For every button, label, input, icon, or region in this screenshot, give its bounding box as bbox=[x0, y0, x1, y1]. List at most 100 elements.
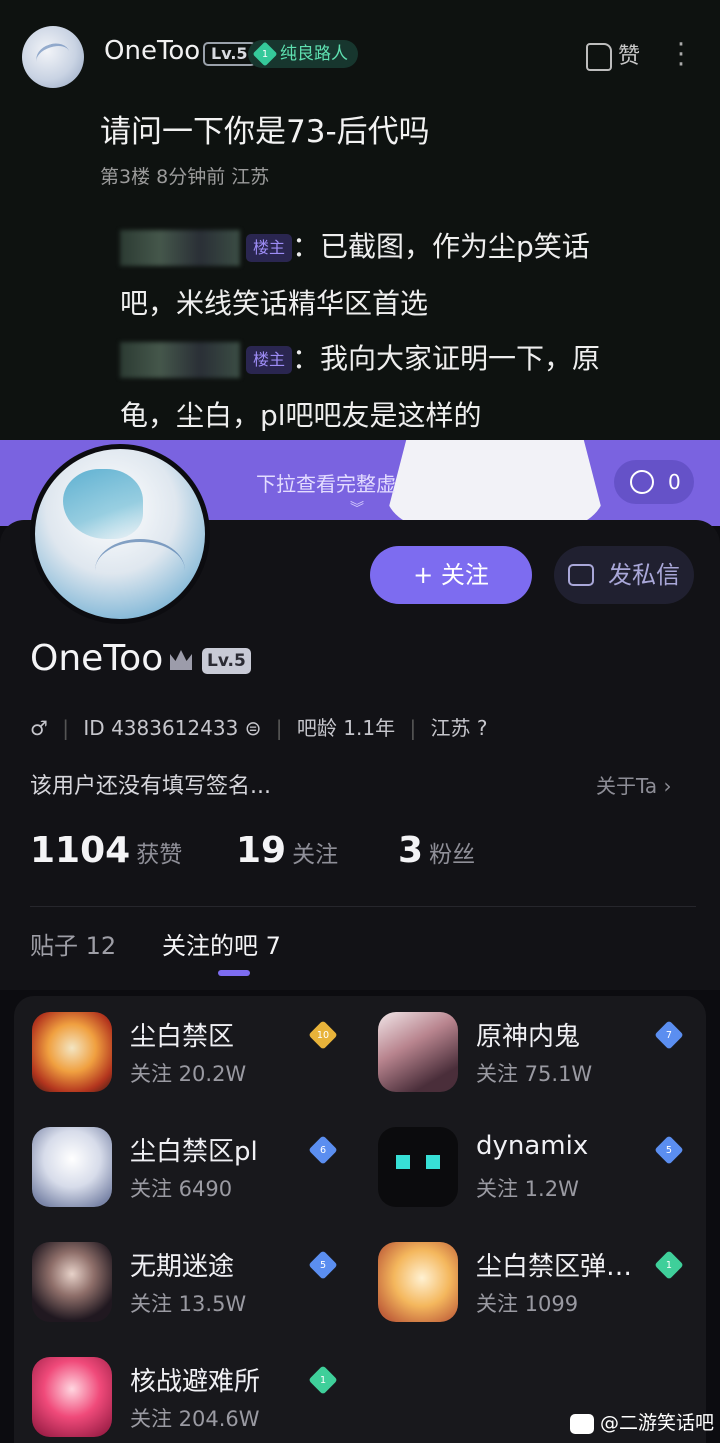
bar-age: 吧龄 1.1年 bbox=[296, 716, 396, 740]
separator: | bbox=[275, 716, 283, 740]
separator: | bbox=[62, 716, 70, 740]
profile-name: OneToo bbox=[30, 638, 164, 679]
bar-followers: 关注 6490 bbox=[130, 1177, 233, 1201]
copy-icon[interactable]: ⊜ bbox=[245, 716, 262, 740]
bar-followers: 关注 13.5W bbox=[130, 1292, 247, 1316]
signature: 该用户还没有填写签名... bbox=[30, 774, 271, 799]
reply-text-line1: ：我向大家证明一下，原 bbox=[292, 342, 601, 375]
reaction-button[interactable]: 0 bbox=[614, 460, 694, 504]
stat-following[interactable]: 19 关注 bbox=[236, 830, 338, 871]
bar-level: 10 bbox=[316, 1029, 330, 1041]
bar-item[interactable]: 无期迷途 关注 13.5W 5 bbox=[14, 1226, 344, 1326]
bar-level: 7 bbox=[665, 1029, 673, 1041]
bar-item[interactable]: 原神内鬼 关注 75.1W 7 bbox=[360, 996, 690, 1096]
blurred-username bbox=[120, 230, 240, 266]
bar-name: 无期迷途 bbox=[130, 1252, 235, 1282]
bar-name: 尘白禁区pl bbox=[130, 1137, 258, 1167]
bar-avatar-icon bbox=[378, 1012, 458, 1092]
bar-item[interactable]: dynamix 关注 1.2W 5 bbox=[360, 1111, 690, 1211]
like-label: 赞 bbox=[618, 44, 641, 69]
bar-name: dynamix bbox=[476, 1131, 589, 1161]
thumbs-up-icon bbox=[586, 43, 612, 71]
more-options-icon[interactable]: · · · bbox=[674, 32, 688, 78]
bar-followers: 关注 204.6W bbox=[130, 1407, 260, 1431]
profile-avatar[interactable] bbox=[30, 444, 210, 624]
bar-level: 6 bbox=[319, 1144, 327, 1156]
host-tag: 楼主 bbox=[246, 346, 293, 374]
profile-level-badge: Lv.5 bbox=[202, 648, 251, 674]
stat-number: 3 bbox=[398, 830, 424, 871]
bar-name: 核战避难所 bbox=[130, 1367, 261, 1397]
divider bbox=[30, 906, 696, 907]
envelope-icon bbox=[568, 564, 594, 586]
reaction-count: 0 bbox=[668, 470, 681, 494]
watermark-text: @二游笑话吧 bbox=[600, 1412, 715, 1434]
level-gem-icon: 5 bbox=[654, 1135, 684, 1165]
profile-info-row: ♂ | ID 4383612433 ⊜ | 吧龄 1.1年 | 江苏 ? bbox=[30, 712, 488, 741]
bar-avatar-icon bbox=[378, 1242, 458, 1322]
followed-bars-grid: 尘白禁区 关注 20.2W 10 原神内鬼 关注 75.1W 7 尘白禁区pl … bbox=[14, 996, 706, 1443]
stat-label: 关注 bbox=[292, 842, 339, 868]
tab-posts[interactable]: 贴子 12 bbox=[30, 926, 116, 961]
smile-icon bbox=[630, 470, 654, 494]
rank-title: 纯良路人 bbox=[280, 44, 348, 64]
bar-level: 1 bbox=[319, 1374, 327, 1386]
level-gem-icon: 1 bbox=[308, 1365, 338, 1395]
post-user-name[interactable]: OneToo bbox=[104, 36, 200, 66]
help-icon[interactable]: ? bbox=[477, 716, 488, 740]
bar-followers: 关注 20.2W bbox=[130, 1062, 247, 1086]
bar-avatar-icon bbox=[32, 1357, 112, 1437]
watermark: @二游笑话吧 bbox=[570, 1408, 714, 1435]
stat-label: 粉丝 bbox=[429, 842, 476, 868]
bar-avatar-icon bbox=[32, 1127, 112, 1207]
reply-item[interactable]: 楼主 ：已截图，作为尘p笑话 吧，米线笑话精华区首选 bbox=[120, 218, 680, 332]
reply-item[interactable]: 楼主 ：我向大家证明一下，原 龟，尘白，pl吧吧友是这样的 bbox=[120, 330, 680, 444]
stat-fans[interactable]: 3 粉丝 bbox=[398, 830, 475, 871]
gem-icon: 1 bbox=[252, 41, 278, 67]
reply-text-line2: 吧，米线笑话精华区首选 bbox=[120, 287, 429, 320]
chevron-down-icon: ︾ bbox=[350, 501, 364, 517]
stat-likes[interactable]: 1104 获赞 bbox=[30, 830, 182, 871]
gender-male-icon: ♂ bbox=[30, 716, 48, 740]
rank-badge: 1 纯良路人 bbox=[248, 40, 358, 68]
bar-avatar-icon bbox=[32, 1242, 112, 1322]
separator: | bbox=[409, 716, 417, 740]
bar-item[interactable]: 核战避难所 关注 204.6W 1 bbox=[14, 1341, 344, 1441]
follow-button[interactable]: + 关注 bbox=[370, 546, 532, 604]
location: 江苏 bbox=[430, 716, 471, 740]
about-link[interactable]: 关于Ta › bbox=[596, 770, 672, 799]
reply-text-line1: ：已截图，作为尘p笑话 bbox=[292, 230, 590, 263]
tab-indicator bbox=[218, 970, 250, 976]
stat-number: 1104 bbox=[30, 830, 131, 871]
weibo-icon bbox=[570, 1413, 594, 1434]
bar-item[interactable]: 尘白禁区弹… 关注 1099 1 bbox=[360, 1226, 690, 1326]
bar-name: 原神内鬼 bbox=[476, 1022, 581, 1052]
level-gem-icon: 5 bbox=[308, 1250, 338, 1280]
banner-image bbox=[384, 440, 606, 526]
bar-item[interactable]: 尘白禁区pl 关注 6490 6 bbox=[14, 1111, 344, 1211]
bar-item[interactable]: 尘白禁区 关注 20.2W 10 bbox=[14, 996, 344, 1096]
bar-name: 尘白禁区 bbox=[130, 1022, 235, 1052]
level-gem-icon: 7 bbox=[654, 1020, 684, 1050]
user-avatar[interactable] bbox=[22, 26, 84, 88]
stat-label: 获赞 bbox=[136, 842, 183, 868]
level-gem-icon: 6 bbox=[308, 1135, 338, 1165]
stat-number: 19 bbox=[236, 830, 287, 871]
bar-level: 1 bbox=[665, 1259, 673, 1271]
message-button[interactable]: 发私信 bbox=[554, 546, 694, 604]
like-button[interactable]: 赞 bbox=[586, 38, 640, 71]
reply-text-line2: 龟，尘白，pl吧吧友是这样的 bbox=[120, 399, 482, 432]
user-id[interactable]: ID 4383612433 bbox=[83, 716, 238, 740]
blurred-username bbox=[120, 342, 240, 378]
level-gem-icon: 1 bbox=[654, 1250, 684, 1280]
bar-name: 尘白禁区弹… bbox=[476, 1252, 633, 1282]
bar-level: 5 bbox=[665, 1144, 673, 1156]
post-card: OneToo Lv.5 1 纯良路人 赞 · · · 请问一下你是73-后代吗 第3… bbox=[0, 0, 720, 440]
tab-followed-bars[interactable]: 关注的吧 7 bbox=[162, 926, 281, 961]
bar-avatar-icon bbox=[32, 1012, 112, 1092]
pull-down-hint: 下拉查看完整虚 bbox=[256, 472, 396, 496]
rank-number: 1 bbox=[261, 48, 269, 60]
bar-followers: 关注 1099 bbox=[476, 1292, 579, 1316]
level-gem-icon: 10 bbox=[308, 1020, 338, 1050]
bar-avatar-icon bbox=[378, 1127, 458, 1207]
